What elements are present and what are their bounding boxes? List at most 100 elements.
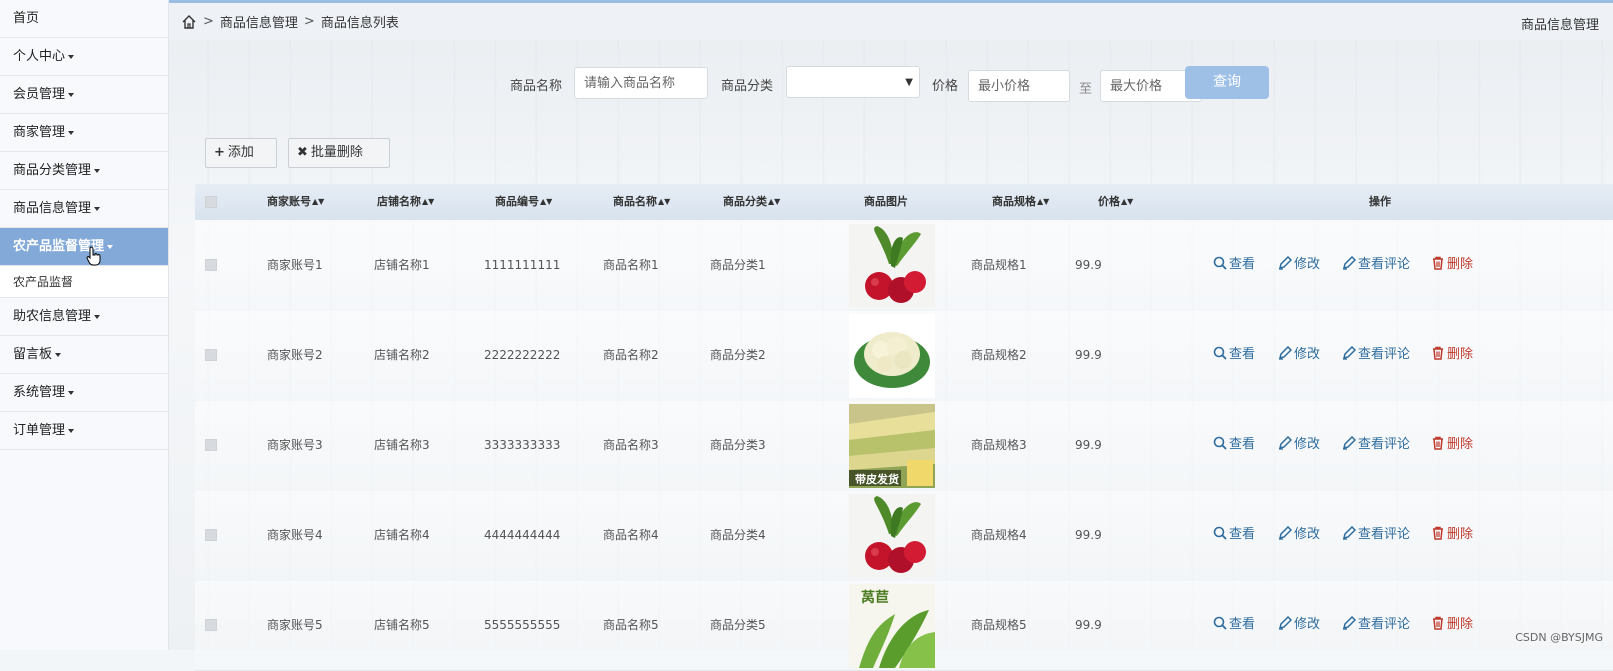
- sidebar-item-label: 农产品监督: [13, 275, 74, 289]
- beet-icon[interactable]: [849, 224, 935, 308]
- product-spec-cell: 商品规格5: [971, 618, 1027, 632]
- price-cell: 99.9: [1075, 348, 1102, 362]
- sidebar-item-label: 订单管理: [13, 423, 66, 438]
- trash-icon: [1431, 346, 1447, 362]
- column-header-label: 价格: [1098, 195, 1120, 208]
- row-checkbox[interactable]: [205, 439, 217, 451]
- product-code-cell: 4444444444: [484, 528, 561, 542]
- caret-down-icon: [94, 168, 101, 173]
- query-button[interactable]: 查询: [1185, 66, 1269, 99]
- delete-button[interactable]: 删除: [1431, 400, 1473, 490]
- sidebar-item-merchants[interactable]: 商家管理: [0, 114, 168, 152]
- sidebar-item-supervision[interactable]: 农产品监督管理: [0, 228, 168, 266]
- view-label: 查看: [1229, 617, 1256, 632]
- edit-button[interactable]: 修改: [1278, 580, 1320, 670]
- row-checkbox[interactable]: [205, 619, 217, 631]
- sidebar-item-members[interactable]: 会员管理: [0, 76, 168, 114]
- home-icon[interactable]: [181, 14, 197, 30]
- sidebar-item-products[interactable]: 商品信息管理: [0, 190, 168, 228]
- delete-button[interactable]: 删除: [1431, 310, 1473, 400]
- view-comments-button[interactable]: 查看评论: [1342, 400, 1410, 490]
- beet-icon[interactable]: [849, 494, 935, 578]
- column-header: 商品图片: [864, 195, 908, 208]
- sidebar-item-orders[interactable]: 订单管理: [0, 412, 168, 450]
- view-label: 查看: [1229, 437, 1256, 452]
- product-name-cell: 商品名称4: [603, 528, 659, 542]
- delete-label: 删除: [1447, 437, 1474, 452]
- cauliflower-icon[interactable]: [849, 314, 935, 398]
- sidebar-item-categories[interactable]: 商品分类管理: [0, 152, 168, 190]
- sidebar-item-message-board[interactable]: 留言板: [0, 336, 168, 374]
- row-checkbox[interactable]: [205, 529, 217, 541]
- delete-label: 删除: [1447, 347, 1474, 362]
- view-comments-label: 查看评论: [1358, 347, 1411, 362]
- pencil-icon: [1342, 435, 1358, 452]
- view-comments-button[interactable]: 查看评论: [1342, 220, 1410, 310]
- search-icon: [1213, 616, 1229, 632]
- row-checkbox[interactable]: [205, 259, 217, 271]
- price-label: 价格: [932, 79, 959, 94]
- breadcrumb-item[interactable]: 商品信息管理: [220, 12, 298, 31]
- sidebar-item-system[interactable]: 系统管理: [0, 374, 168, 412]
- column-header[interactable]: 价格▲▼: [1098, 184, 1133, 220]
- edit-label: 修改: [1294, 437, 1321, 452]
- add-button[interactable]: + 添加: [205, 138, 277, 168]
- table-header: 商家账号▲▼ 店铺名称▲▼ 商品编号▲▼ 商品名称▲▼ 商品分类▲▼ 商品图片 …: [195, 184, 1613, 220]
- edit-button[interactable]: 修改: [1278, 490, 1320, 580]
- batch-delete-button[interactable]: ✖ 批量删除: [288, 138, 390, 168]
- view-comments-label: 查看评论: [1358, 617, 1411, 632]
- edit-button[interactable]: 修改: [1278, 220, 1320, 310]
- sort-icon: ▲▼: [658, 197, 671, 206]
- edit-button[interactable]: 修改: [1278, 400, 1320, 490]
- edit-label: 修改: [1294, 527, 1321, 542]
- view-comments-label: 查看评论: [1358, 527, 1411, 542]
- sidebar-item-agri-help[interactable]: 助农信息管理: [0, 298, 168, 336]
- select-all-checkbox[interactable]: [205, 196, 217, 208]
- price-cell: 99.9: [1075, 438, 1102, 452]
- edit-button[interactable]: 修改: [1278, 310, 1320, 400]
- view-button[interactable]: 查看: [1213, 400, 1255, 490]
- column-header[interactable]: 商品分类▲▼: [723, 184, 780, 220]
- view-label: 查看: [1229, 527, 1256, 542]
- view-button[interactable]: 查看: [1213, 220, 1255, 310]
- row-checkbox[interactable]: [205, 349, 217, 361]
- sidebar-item-personal-center[interactable]: 个人中心: [0, 38, 168, 76]
- view-comments-button[interactable]: 查看评论: [1342, 490, 1410, 580]
- greens-icon[interactable]: 莴苣: [849, 584, 935, 668]
- edit-label: 修改: [1294, 347, 1321, 362]
- view-button[interactable]: 查看: [1213, 490, 1255, 580]
- search-icon: [1213, 256, 1229, 272]
- product-table: 商家账号▲▼ 店铺名称▲▼ 商品编号▲▼ 商品名称▲▼ 商品分类▲▼ 商品图片 …: [195, 184, 1613, 671]
- product-name-input[interactable]: [574, 67, 708, 99]
- view-comments-button[interactable]: 查看评论: [1342, 310, 1410, 400]
- corn-icon[interactable]: 带皮发货: [849, 404, 935, 488]
- breadcrumb: > 商品信息管理 > 商品信息列表: [181, 12, 399, 31]
- column-header[interactable]: 商品规格▲▼: [992, 184, 1049, 220]
- column-header-label: 商品分类: [723, 195, 767, 208]
- sort-icon: ▲▼: [768, 197, 781, 206]
- view-button[interactable]: 查看: [1213, 580, 1255, 670]
- hand-cursor-icon: [86, 246, 101, 266]
- sidebar-subitem-supervision[interactable]: 农产品监督: [0, 266, 168, 298]
- chevron-down-icon: ▼: [905, 77, 913, 88]
- delete-button[interactable]: 删除: [1431, 490, 1473, 580]
- column-header[interactable]: 商家账号▲▼: [267, 184, 324, 220]
- column-header-label: 商品名称: [613, 195, 657, 208]
- column-header[interactable]: 店铺名称▲▼: [377, 184, 434, 220]
- min-price-input[interactable]: [968, 70, 1070, 102]
- view-button[interactable]: 查看: [1213, 310, 1255, 400]
- view-comments-button[interactable]: 查看评论: [1342, 580, 1410, 670]
- category-select[interactable]: ▼: [786, 66, 920, 98]
- price-cell: 99.9: [1075, 258, 1102, 272]
- pencil-icon: [1342, 525, 1358, 542]
- column-header[interactable]: 商品名称▲▼: [613, 184, 670, 220]
- column-header[interactable]: 商品编号▲▼: [495, 184, 552, 220]
- column-header-label: 店铺名称: [377, 195, 421, 208]
- product-spec-cell: 商品规格3: [971, 438, 1027, 452]
- column-header: 操作: [1369, 195, 1391, 208]
- shop-name-cell: 店铺名称1: [374, 258, 430, 272]
- sidebar-item-home[interactable]: 首页: [0, 0, 168, 38]
- delete-button[interactable]: 删除: [1431, 580, 1473, 670]
- pencil-icon: [1342, 345, 1358, 362]
- delete-button[interactable]: 删除: [1431, 220, 1473, 310]
